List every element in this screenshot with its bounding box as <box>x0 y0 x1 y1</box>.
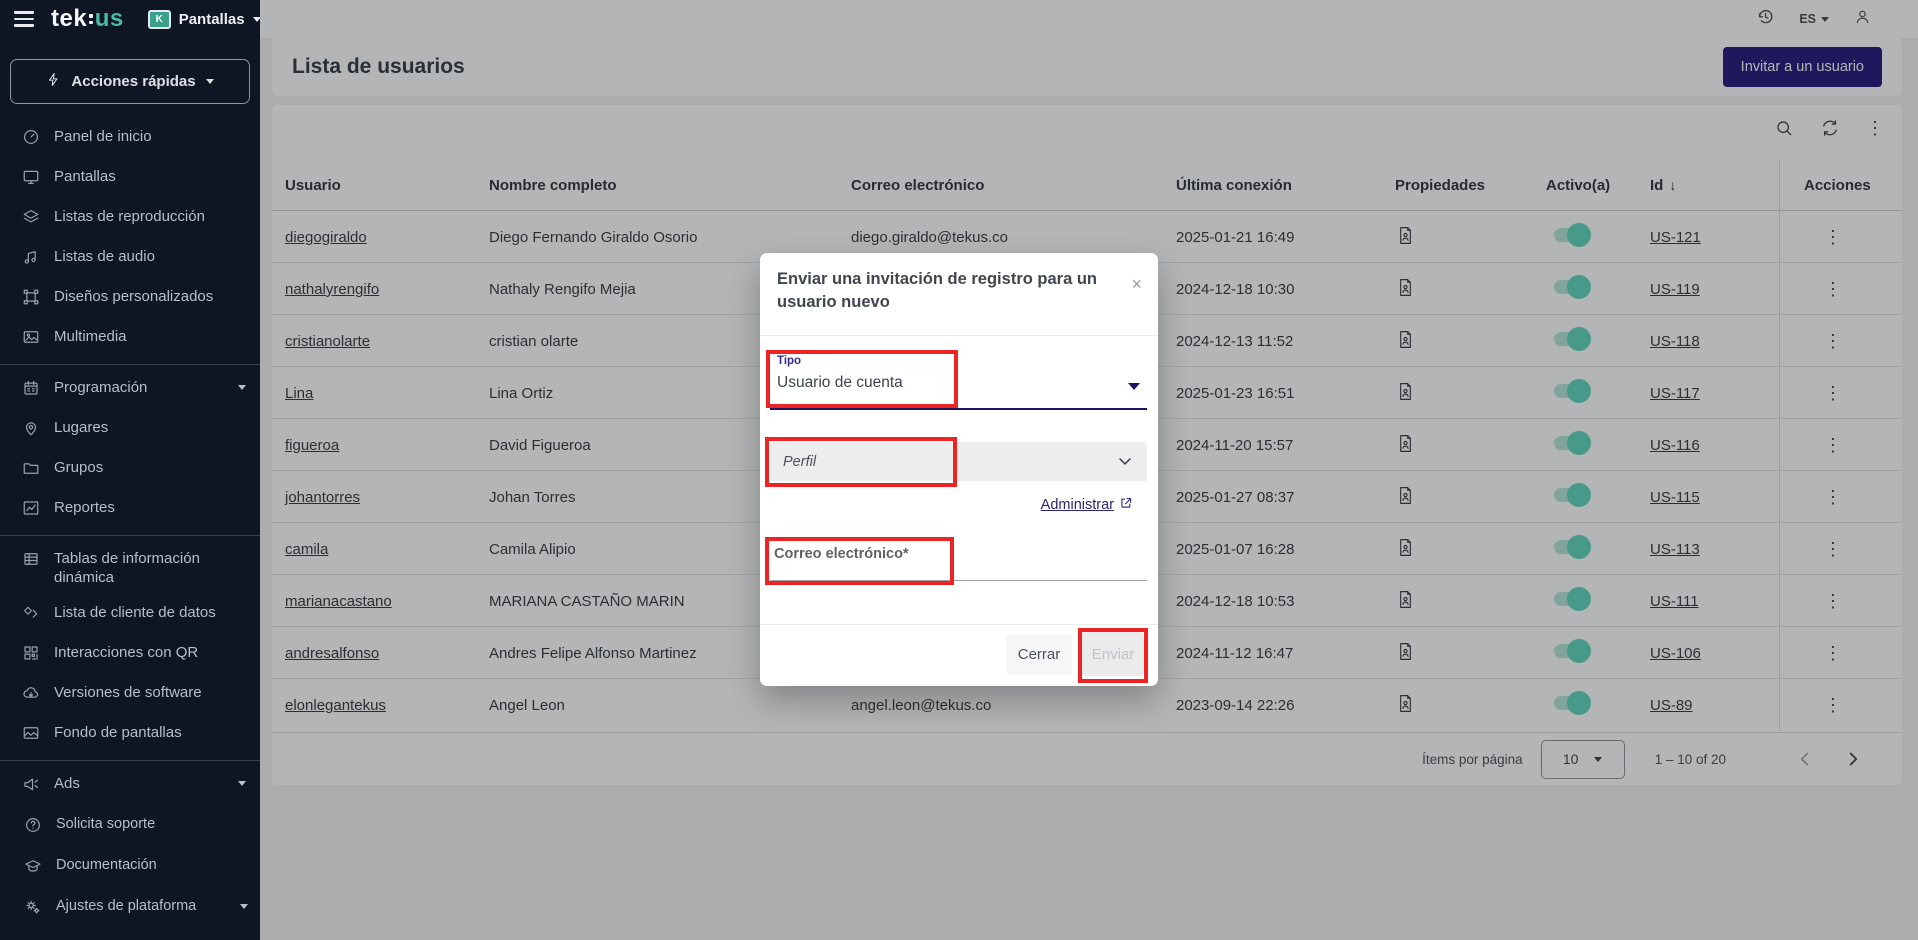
invite-user-modal: Enviar una invitación de registro para u… <box>760 253 1158 686</box>
modal-header-divider <box>760 335 1158 336</box>
sidebar-item-solicita-soporte[interactable]: Solicita soporte <box>0 807 260 848</box>
logo-dots <box>89 14 93 24</box>
gears-icon <box>24 898 42 922</box>
sidebar-divider <box>0 364 260 365</box>
sidebar-item-listas-de-audio[interactable]: Listas de audio <box>0 239 260 279</box>
sidebar-item-pantallas[interactable]: Pantallas <box>0 159 260 199</box>
sidebar-item-label: Solicita soporte <box>56 815 226 834</box>
menu-icon[interactable] <box>14 11 34 26</box>
sidebar-item-label: Ajustes de plataforma <box>56 897 226 916</box>
tipo-dropdown-arrow-icon <box>1128 383 1140 390</box>
tipo-value: Usuario de cuenta <box>777 374 903 392</box>
sidebar-item-label: Multimedia <box>54 327 224 346</box>
screens-switcher[interactable]: K Pantallas <box>148 10 261 29</box>
sidebar-item-label: Panel de inicio <box>54 127 224 146</box>
audio-icon <box>22 248 40 271</box>
sidebar-item-lugares[interactable]: Lugares <box>0 410 260 450</box>
folder-icon <box>22 459 40 482</box>
layers-icon <box>22 208 40 231</box>
sidebar-item-documentacion[interactable]: Documentación <box>0 848 260 889</box>
sidebar-item-tablas-informacion-dinamica[interactable]: Tablas de información dinámica <box>0 541 260 595</box>
sidebar-item-label: Diseños personalizados <box>54 287 224 306</box>
sidebar-item-label: Pantallas <box>54 167 224 186</box>
table-icon <box>22 550 40 573</box>
tags-icon <box>22 604 40 627</box>
cloud-down-icon <box>22 684 40 707</box>
cerrar-button[interactable]: Cerrar <box>1006 634 1072 675</box>
administrar-link[interactable]: Administrar <box>1041 496 1133 514</box>
monitor-icon <box>22 168 40 191</box>
external-link-icon <box>1119 496 1133 514</box>
modal-title: Enviar una invitación de registro para u… <box>777 268 1122 314</box>
sidebar-item-label: Listas de reproducción <box>54 207 224 226</box>
qr-icon <box>22 644 40 667</box>
caret-down-icon <box>240 904 248 909</box>
logo-text-us: us <box>95 5 124 33</box>
chart-icon <box>22 499 40 522</box>
logo-text-tek: tek <box>51 5 87 33</box>
caret-down-icon <box>238 781 246 786</box>
sidebar-divider <box>0 760 260 761</box>
sidebar-item-label: Versiones de software <box>54 683 224 702</box>
sidebar-item-label: Fondo de pantallas <box>54 723 224 742</box>
chevron-down-icon <box>1115 451 1135 476</box>
sidebar-item-listas-de-reproduccion[interactable]: Listas de reproducción <box>0 199 260 239</box>
sidebar-item-label: Programación <box>54 378 224 397</box>
sidebar-item-programacion[interactable]: Programación <box>0 370 260 410</box>
caret-down-icon <box>238 385 246 390</box>
sidebar: tek us K Pantallas Acciones rápidas Pane… <box>0 0 260 940</box>
sidebar-item-label: Tablas de información dinámica <box>54 549 224 587</box>
perfil-select[interactable]: Perfil <box>770 442 1147 481</box>
pin-icon <box>22 419 40 442</box>
megaphone-icon <box>22 775 40 798</box>
sidebar-item-label: Documentación <box>56 856 226 875</box>
wallpaper-icon <box>22 724 40 747</box>
sidebar-item-multimedia[interactable]: Multimedia <box>0 319 260 359</box>
email-input[interactable] <box>770 553 1147 579</box>
frame-icon <box>22 288 40 311</box>
email-underline <box>770 580 1147 581</box>
sidebar-item-label: Lista de cliente de datos <box>54 603 224 622</box>
sidebar-item-label: Interacciones con QR <box>54 643 224 662</box>
sidebar-nav: Panel de inicio Pantallas Listas de reprod… <box>0 119 260 806</box>
screens-switcher-label: Pantallas <box>179 11 245 28</box>
quick-actions-label: Acciones rápidas <box>71 73 195 90</box>
sidebar-item-lista-cliente-datos[interactable]: Lista de cliente de datos <box>0 595 260 635</box>
sidebar-footer: Solicita soporte Documentación Ajustes de … <box>0 807 260 930</box>
quick-actions-button[interactable]: Acciones rápidas <box>10 59 250 104</box>
tipo-label: Tipo <box>777 355 801 367</box>
sidebar-item-disenos-personalizados[interactable]: Diseños personalizados <box>0 279 260 319</box>
perfil-placeholder: Perfil <box>783 454 816 470</box>
bolt-icon <box>46 72 61 91</box>
sidebar-item-ads[interactable]: Ads <box>0 766 260 806</box>
screens-chip-icon: K <box>148 10 171 29</box>
tipo-underline <box>770 408 1147 410</box>
sidebar-item-fondo-pantallas[interactable]: Fondo de pantallas <box>0 715 260 755</box>
sidebar-item-interacciones-qr[interactable]: Interacciones con QR <box>0 635 260 675</box>
administrar-label: Administrar <box>1041 497 1114 513</box>
brand-row: tek us K Pantallas <box>0 0 260 38</box>
sidebar-item-label: Grupos <box>54 458 224 477</box>
sidebar-item-label: Reportes <box>54 498 224 517</box>
app-logo: tek us <box>51 5 124 33</box>
modal-footer-divider <box>760 624 1158 625</box>
sidebar-divider <box>0 535 260 536</box>
enviar-button[interactable]: Enviar <box>1082 632 1144 676</box>
sidebar-item-versiones-software[interactable]: Versiones de software <box>0 675 260 715</box>
sidebar-item-grupos[interactable]: Grupos <box>0 450 260 490</box>
sidebar-item-panel-de-inicio[interactable]: Panel de inicio <box>0 119 260 159</box>
help-icon <box>24 816 42 840</box>
sidebar-item-label: Listas de audio <box>54 247 224 266</box>
close-icon[interactable]: × <box>1131 275 1142 293</box>
image-icon <box>22 328 40 351</box>
caret-down-icon <box>206 79 214 84</box>
sidebar-item-label: Lugares <box>54 418 224 437</box>
grad-icon <box>24 857 42 881</box>
dashboard-icon <box>22 128 40 151</box>
calendar-icon <box>22 379 40 402</box>
sidebar-item-reportes[interactable]: Reportes <box>0 490 260 530</box>
sidebar-item-label: Ads <box>54 774 224 793</box>
sidebar-item-ajustes-plataforma[interactable]: Ajustes de plataforma <box>0 889 260 930</box>
